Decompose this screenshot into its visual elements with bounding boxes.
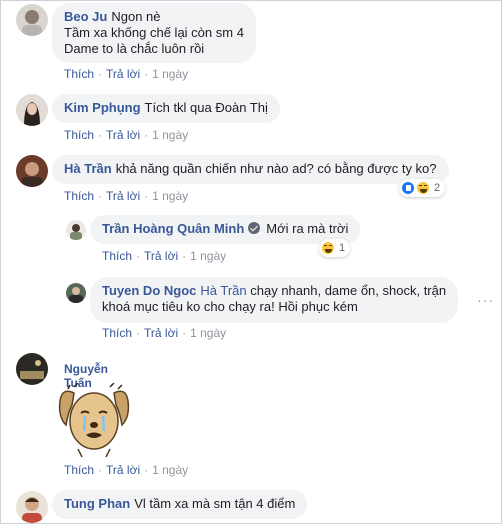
comment-bubble: Kim Pphụng Tích tkl qua Đoàn Thị xyxy=(52,94,280,123)
reaction-count: 1 xyxy=(339,242,346,254)
avatar[interactable] xyxy=(16,94,48,126)
comment-text: Tầm xa khống chế lại còn sm 4 xyxy=(64,25,244,40)
reply-link[interactable]: Trả lời xyxy=(106,128,140,142)
comment-text: Tích tkl qua Đoàn Thị xyxy=(144,100,268,115)
reply-link[interactable]: Trả lời xyxy=(144,326,178,340)
like-link[interactable]: Thích xyxy=(102,249,132,263)
comment-text: Mới ra mà trời xyxy=(266,221,349,236)
reply-link[interactable]: Trả lời xyxy=(144,249,178,263)
reaction-summary[interactable]: 1 xyxy=(319,239,351,257)
comment-actions: Thích · Trả lời · 1 ngày xyxy=(102,249,227,263)
like-link[interactable]: Thích xyxy=(64,67,94,81)
like-link[interactable]: Thích xyxy=(64,128,94,142)
timestamp[interactable]: 1 ngày xyxy=(152,67,188,81)
crying-dog-sticker-icon xyxy=(54,382,134,459)
reaction-summary[interactable]: 2 xyxy=(399,179,446,197)
comment-actions: Thích · Trả lời · 1 ngày xyxy=(64,67,189,81)
mention-link[interactable]: Hà Trần xyxy=(200,283,246,298)
comment-author[interactable]: Tuyen Do Ngoc xyxy=(102,283,196,298)
comment-thread: Beo Ju Ngon nè Tầm xa khống chế lại còn s… xyxy=(0,0,502,524)
comment-actions: Thích · Trả lời · 1 ngày xyxy=(64,463,189,477)
haha-reaction-icon xyxy=(321,241,335,255)
comment-bubble: Beo Ju Ngon nè Tầm xa khống chế lại còn s… xyxy=(52,3,256,63)
comment-author[interactable]: Beo Ju xyxy=(64,9,107,24)
like-reaction-icon xyxy=(401,181,415,195)
reaction-count: 2 xyxy=(434,182,441,194)
reply-link[interactable]: Trả lời xyxy=(106,463,140,477)
like-link[interactable]: Thích xyxy=(102,326,132,340)
comment-bubble: Trần Hoàng Quân Minh Mới ra mà trời xyxy=(90,215,361,244)
comment-bubble: Tuyen Do Ngoc Hà Trần chạy nhanh, dame ổn… xyxy=(90,277,459,323)
comment-text: Vl tầm xa mà sm tận 4 điểm xyxy=(134,496,296,511)
avatar[interactable] xyxy=(66,220,86,240)
timestamp[interactable]: 1 ngày xyxy=(152,128,188,142)
comment-author[interactable]: Hà Trần xyxy=(64,161,112,176)
comment-actions: Thích · Trả lời · 1 ngày xyxy=(64,128,189,142)
haha-reaction-icon xyxy=(416,181,430,195)
comment-text: khoá mục tiêu ko cho chạy ra! Hồi phục k… xyxy=(102,299,358,314)
comment-text: khả năng quần chiến như nào ad? có bằng … xyxy=(115,161,437,176)
timestamp[interactable]: 1 ngày xyxy=(152,189,188,203)
avatar[interactable] xyxy=(16,353,48,385)
comment-actions: Thích · Trả lời · 1 ngày xyxy=(102,326,227,340)
reply-link[interactable]: Trả lời xyxy=(106,189,140,203)
comment-author[interactable]: Tung Phan xyxy=(64,496,130,511)
comment-text: Dame to là chắc luôn rồi xyxy=(64,41,205,56)
avatar[interactable] xyxy=(16,491,48,523)
reply-link[interactable]: Trả lời xyxy=(106,67,140,81)
comment-bubble: Tung Phan Vl tầm xa mà sm tận 4 điểm xyxy=(52,490,308,519)
comment-text: Ngon nè xyxy=(111,9,161,24)
timestamp[interactable]: 1 ngày xyxy=(152,463,188,477)
avatar[interactable] xyxy=(16,155,48,187)
timestamp[interactable]: 1 ngày xyxy=(190,326,226,340)
comment-bubble: Hà Trần khả năng quần chiến như nào ad? c… xyxy=(52,155,449,184)
timestamp[interactable]: 1 ngày xyxy=(190,249,226,263)
comment-actions: Thích · Trả lời · 1 ngày xyxy=(64,189,189,203)
avatar[interactable] xyxy=(16,4,48,36)
more-options-icon[interactable]: ··· xyxy=(477,292,494,308)
like-link[interactable]: Thích xyxy=(64,189,94,203)
avatar[interactable] xyxy=(66,283,86,303)
comment-author[interactable]: Trần Hoàng Quân Minh xyxy=(102,221,244,236)
comment-author[interactable]: Kim Pphụng xyxy=(64,100,141,115)
comment-text: chạy nhanh, dame ổn, shock, trận xyxy=(250,283,447,298)
like-link[interactable]: Thích xyxy=(64,463,94,477)
verified-badge-icon xyxy=(248,222,261,234)
